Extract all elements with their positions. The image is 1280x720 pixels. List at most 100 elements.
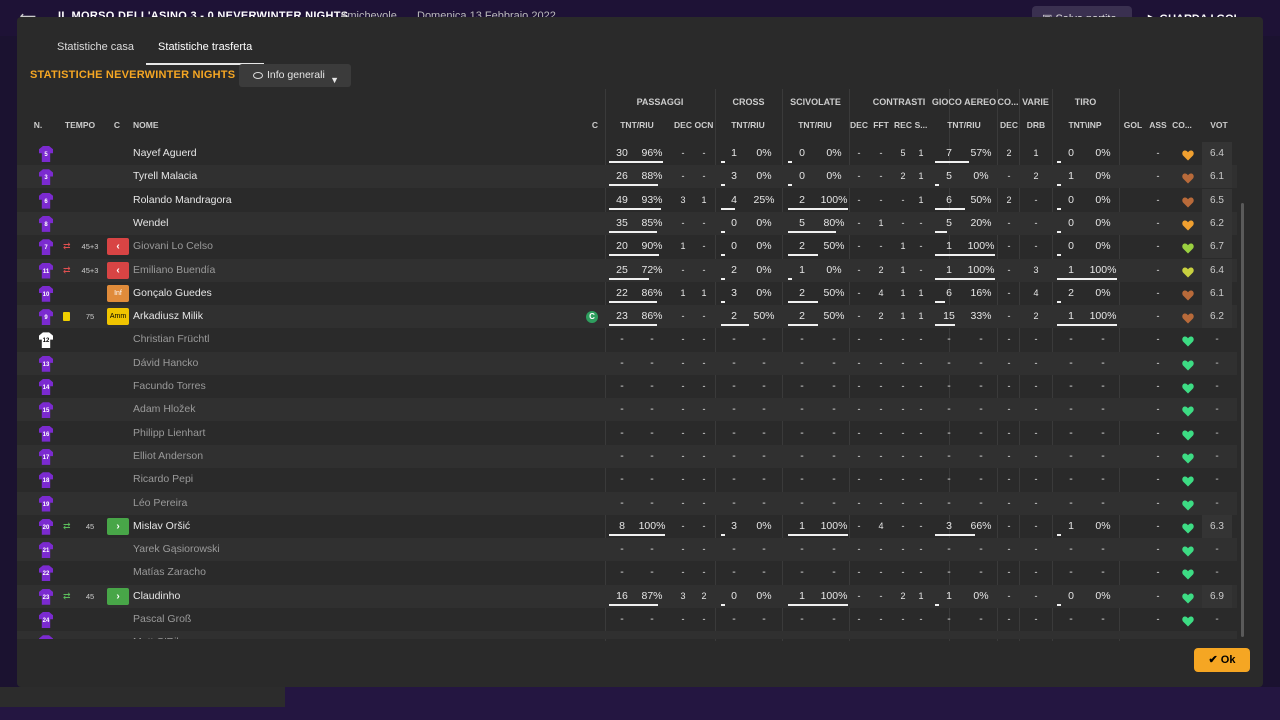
table-row[interactable]: 8 Wendel 35 85% - -0 0% 5 80% -1- -5 20% - -0 0% -6.2 (17, 211, 1237, 235)
stat-attempts: - (607, 631, 637, 639)
tackle-dec: - (857, 427, 861, 438)
player-name[interactable]: Dávid Hancko (133, 352, 198, 375)
ok-button[interactable]: ✔ Ok (1194, 648, 1250, 672)
table-row[interactable]: 5 Nayef Aguerd 30 96% - -1 0% 0 0% - -5 1 7 57% 2 1 0 0% -… (17, 142, 1237, 165)
column-header[interactable]: OCN (693, 120, 715, 130)
player-name[interactable]: Christian Früchtl (133, 328, 209, 351)
stat-pct: 50% (970, 193, 992, 206)
player-name[interactable]: Pascal Groß (133, 608, 191, 631)
player-name[interactable]: Yarek Gąsiorowski (133, 538, 220, 561)
pass-dec: - (681, 357, 685, 368)
column-header[interactable]: DRB (1021, 120, 1051, 130)
table-row[interactable]: 22 Matías Zaracho - - - - - - - - - - - - - - - - - - - - (17, 561, 1237, 584)
player-name[interactable]: Giovani Lo Celso (133, 235, 213, 258)
column-header[interactable]: REC (892, 120, 914, 130)
table-row[interactable]: 16 Philipp Lienhart - - - - - - - - - - - - - - - - - - - - (17, 422, 1237, 445)
player-name[interactable]: Elliot Anderson (133, 445, 203, 468)
player-name[interactable]: Mislav Oršić (133, 515, 190, 538)
table-row[interactable]: 18 Ricardo Pepi - - - - - - - - - - - - - - - - - - - - (17, 468, 1237, 491)
player-name[interactable]: Claudinho (133, 585, 180, 608)
table-row[interactable]: 3 Tyrell Malacia 26 88% - -3 0% 0 0% - -2 1 5 0% -2 1 0%… (17, 165, 1237, 189)
column-header[interactable]: S... (913, 120, 929, 130)
table-row[interactable]: 7 ⇄ 45+3 ‹ Giovani Lo Celso 20 90% 1-0 0% 2 50% - -1… (17, 235, 1237, 259)
scrollbar[interactable] (1241, 203, 1244, 637)
column-header[interactable]: NOME (133, 120, 173, 130)
stat-pct: 0% (756, 216, 772, 229)
table-row[interactable]: 19 Léo Pereira - - - - - - - - - - - - - - - - - - - - (17, 491, 1237, 515)
stat-pct: 20% (970, 216, 992, 229)
column-header[interactable]: VOT (1204, 120, 1234, 130)
rating-value: - (1215, 381, 1219, 392)
player-name[interactable]: Gonçalo Guedes (133, 282, 212, 305)
table-row[interactable]: 21 Yarek Gąsiorowski - - - - - - - - - - - - - - - - - - - - (17, 538, 1237, 562)
table-row[interactable]: 14 Facundo Torres - - - - - - - - - - - - - - - - - - - - (17, 375, 1237, 398)
player-name[interactable]: Philipp Lienhart (133, 422, 205, 445)
stat-pct: - (832, 613, 836, 625)
player-name[interactable]: Rolando Mandragora (133, 189, 232, 212)
table-row[interactable]: 20 ⇄ 45 › Mislav Oršić 8 100% - -3 0% 1 100% -4- -3 66… (17, 514, 1237, 538)
player-name[interactable]: Tyrell Malacia (133, 165, 197, 188)
table-row[interactable]: 23 ⇄ 45 › Claudinho 16 87% 3 2 0 0% 1 100% - -2 1 1 0% - -0… (17, 584, 1237, 608)
status-badge: Inf (107, 284, 129, 302)
drb: - (1034, 217, 1038, 228)
table-row[interactable]: 11 ⇄ 45+3 ‹ Emiliano Buendía 25 72% - -2 0% 1 0% -2 1… (17, 258, 1237, 282)
stat-pct: 50% (823, 286, 845, 299)
player-name[interactable]: Léo Pereira (133, 492, 187, 515)
table-row[interactable]: 12 Christian Früchtl - - - - - - - - - - - - - - - - - - - - (17, 328, 1237, 351)
table-row[interactable]: 9 75 Amm Arkadiusz Milik C 23 86% - -2 50% 2 50% -2 1… (17, 305, 1237, 329)
player-name[interactable]: Arkadiusz Milik (133, 305, 203, 328)
stat-pct: - (979, 543, 983, 556)
table-row[interactable]: 17 Elliot Anderson - - - - - - - - - - - - - - - - - - - - (17, 444, 1237, 468)
pass-ocn: - (702, 427, 706, 438)
shirt-number-icon: 23 (39, 588, 53, 605)
column-header[interactable]: C (111, 120, 123, 130)
stat-attempts: - (933, 631, 965, 639)
tackle-rec: - (901, 567, 905, 578)
percentage-bar (935, 254, 995, 257)
column-header[interactable]: CO... (1170, 120, 1194, 130)
tab-home-stats[interactable]: Statistiche casa (45, 39, 146, 65)
player-name[interactable]: Ricardo Pepi (133, 468, 193, 491)
stat-pct: - (818, 631, 850, 639)
player-name[interactable]: Adam Hložek (133, 398, 195, 421)
column-header[interactable]: TEMPO (60, 120, 100, 130)
column-header[interactable]: TNT/RIU (931, 120, 997, 130)
column-header[interactable]: ASS (1147, 120, 1169, 130)
tackle-rec: - (901, 194, 905, 205)
stat-pct: - (650, 543, 654, 556)
tab-away-stats[interactable]: Statistiche trasferta (146, 39, 265, 65)
column-header[interactable]: N. (29, 120, 47, 130)
column-header[interactable]: TNT\INP (1053, 120, 1117, 130)
tackle-dec: - (857, 217, 861, 228)
percentage-bar (788, 533, 848, 536)
view-select-dropdown[interactable]: Info generali ▼ (239, 64, 351, 87)
column-header[interactable]: TNT/RIU (607, 120, 667, 130)
table-row[interactable]: 25Matt O'Riley-------------------- (17, 631, 1237, 639)
table-row[interactable]: 6 Rolando Mandragora 49 93% 3 1 4 25% 2 100% - - -1 6… (17, 188, 1237, 212)
drb: - (1034, 567, 1038, 578)
player-name[interactable]: Wendel (133, 212, 168, 235)
stat-attempts: - (800, 333, 804, 346)
table-row[interactable]: 13 Dávid Hancko - - - - - - - - - - - - - - - - - - - - (17, 351, 1237, 375)
player-name[interactable]: Nayef Aguerd (133, 142, 197, 165)
column-header[interactable]: FFT (871, 120, 891, 130)
column-header[interactable]: TNT/RIU (717, 120, 779, 130)
stat-pct: - (762, 496, 766, 509)
player-name[interactable]: Facundo Torres (133, 375, 206, 398)
column-header[interactable]: DEC (672, 120, 694, 130)
player-name[interactable]: Emiliano Buendía (133, 259, 215, 282)
gol (1121, 538, 1145, 561)
column-header[interactable]: DEC (999, 120, 1019, 130)
stat-pct: - (979, 613, 983, 625)
column-header[interactable]: C (589, 120, 601, 130)
table-row[interactable]: 15 Adam Hložek - - - - - - - - - - - - - - - - - - - - (17, 398, 1237, 422)
table-row[interactable]: 24 Pascal Groß - - - - - - - - - - - - - - - - - - - - (17, 608, 1237, 631)
table-row[interactable]: 10 Inf Gonçalo Guedes 22 86% 1 1 3 0% 2 50% -4 1 1 6 16… (17, 281, 1237, 305)
player-name[interactable]: Matt O'Riley (133, 631, 190, 639)
player-name[interactable]: Matías Zaracho (133, 561, 206, 584)
column-header[interactable]: DEC (849, 120, 869, 130)
column-header[interactable]: GOL (1121, 120, 1145, 130)
percentage-bar (935, 300, 945, 303)
column-header[interactable]: TNT/RIU (784, 120, 846, 130)
tackle-s: - (913, 631, 929, 639)
